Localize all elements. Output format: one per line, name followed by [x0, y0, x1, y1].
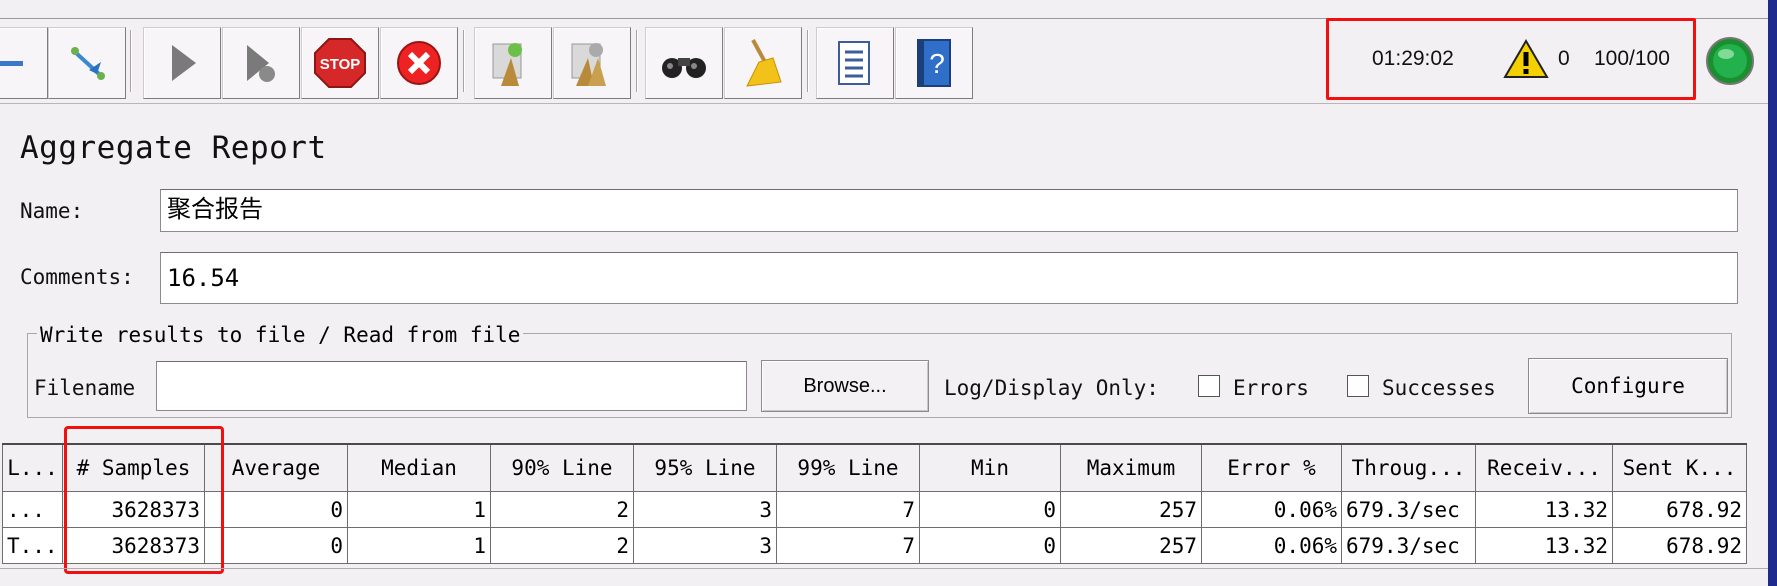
table-cell: 13.32 [1475, 527, 1613, 564]
table-cell: T... [2, 527, 63, 564]
browse-button[interactable]: Browse... [761, 360, 929, 412]
filename-label: Filename [34, 376, 136, 400]
start-no-pauses-button[interactable] [222, 27, 300, 99]
table-cell: 679.3/sec [1341, 527, 1476, 564]
table-cell: 2 [490, 491, 634, 528]
column-header[interactable]: Maximum [1060, 443, 1202, 492]
column-header[interactable]: Min [919, 443, 1061, 492]
column-header[interactable]: 99% Line [776, 443, 920, 492]
help-icon: ? [917, 39, 951, 87]
table-cell: 0 [204, 491, 348, 528]
search-icon [662, 58, 706, 78]
table-cell: 0.06% [1201, 491, 1342, 528]
configure-button[interactable]: Configure [1528, 358, 1728, 414]
comments-field[interactable]: 16.54 [160, 252, 1738, 304]
column-header[interactable]: Error % [1201, 443, 1342, 492]
successes-checkbox[interactable] [1347, 375, 1369, 397]
column-header[interactable]: Median [347, 443, 491, 492]
shutdown-button[interactable] [380, 27, 458, 99]
page-title: Aggregate Report [20, 130, 327, 166]
toggle-icon [71, 47, 105, 80]
toolbar-separator [636, 30, 637, 92]
errors-label: Errors [1233, 376, 1309, 400]
column-header[interactable]: Average [204, 443, 348, 492]
clear-icon [492, 43, 522, 86]
column-header[interactable]: L... [2, 443, 63, 492]
name-field[interactable]: 聚合报告 [160, 189, 1738, 232]
stop-icon: STOP [314, 38, 366, 88]
toolbar-separator [807, 30, 808, 92]
function-helper-button[interactable] [816, 27, 894, 99]
file-group-legend: Write results to file / Read from file [37, 323, 524, 347]
warning-count: 0 [1558, 47, 1570, 70]
reset-search-icon [746, 39, 782, 87]
toggle-button[interactable] [48, 27, 126, 99]
column-header[interactable]: 95% Line [633, 443, 777, 492]
panel-bottom-edge [0, 568, 1768, 569]
table-cell: 0 [204, 527, 348, 564]
name-label: Name: [20, 199, 84, 223]
table-cell: 1 [347, 527, 491, 564]
log-display-label: Log/Display Only: [944, 376, 1159, 400]
column-header[interactable]: 90% Line [490, 443, 634, 492]
table-cell: 0 [919, 491, 1061, 528]
warning-icon[interactable] [1503, 38, 1549, 80]
clear-all-icon [571, 43, 606, 86]
function-helper-icon [838, 41, 870, 85]
table-cell: 7 [776, 527, 920, 564]
clear-button[interactable] [474, 27, 552, 99]
successes-label: Successes [1382, 376, 1496, 400]
clear-all-button[interactable] [553, 27, 631, 99]
column-header[interactable]: Sent K... [1612, 443, 1747, 492]
help-icon-label: ? [929, 48, 945, 79]
window-right-border [1768, 0, 1777, 586]
column-header[interactable]: Throug... [1341, 443, 1476, 492]
errors-checkbox[interactable] [1198, 375, 1220, 397]
results-table: L... # Samples Average Median 90% Line 9… [2, 443, 1747, 564]
help-button[interactable]: ? [895, 27, 973, 99]
table-cell: 0.06% [1201, 527, 1342, 564]
start-icon [172, 45, 196, 81]
stop-icon-label: STOP [320, 56, 361, 73]
collapse-button[interactable] [0, 27, 48, 99]
active-threads: 100/100 [1594, 47, 1670, 70]
table-row[interactable]: ... 3628373 0 1 2 3 7 0 257 0.06% 679.3/… [2, 491, 1747, 528]
elapsed-time: 01:29:02 [1372, 47, 1454, 70]
samples-column-highlight [64, 426, 224, 574]
table-row[interactable]: T... 3628373 0 1 2 3 7 0 257 0.06% 679.3… [2, 527, 1747, 564]
table-cell: 257 [1060, 527, 1202, 564]
running-indicator-icon [1706, 37, 1754, 85]
table-cell: 678.92 [1612, 491, 1747, 528]
toolbar-separator [463, 30, 464, 92]
table-cell: 0 [919, 527, 1061, 564]
table-cell: 257 [1060, 491, 1202, 528]
shutdown-icon [397, 41, 441, 85]
search-button[interactable] [645, 27, 723, 99]
table-header-row: L... # Samples Average Median 90% Line 9… [2, 443, 1747, 492]
table-cell: 13.32 [1475, 491, 1613, 528]
start-no-pauses-icon [247, 45, 275, 82]
table-cell: 678.92 [1612, 527, 1747, 564]
table-cell: 3 [633, 491, 777, 528]
minus-icon [0, 61, 23, 66]
table-cell: 2 [490, 527, 634, 564]
stop-button[interactable]: STOP [301, 27, 379, 99]
toolbar-separator [130, 30, 131, 92]
table-cell: 7 [776, 491, 920, 528]
column-header[interactable]: Receiv... [1475, 443, 1613, 492]
filename-input[interactable] [156, 361, 747, 411]
table-cell: 3 [633, 527, 777, 564]
reset-search-button[interactable] [724, 27, 802, 99]
table-cell: ... [2, 491, 63, 528]
start-button[interactable] [143, 27, 221, 99]
table-cell: 1 [347, 491, 491, 528]
table-cell: 679.3/sec [1341, 491, 1476, 528]
comments-label: Comments: [20, 265, 134, 289]
